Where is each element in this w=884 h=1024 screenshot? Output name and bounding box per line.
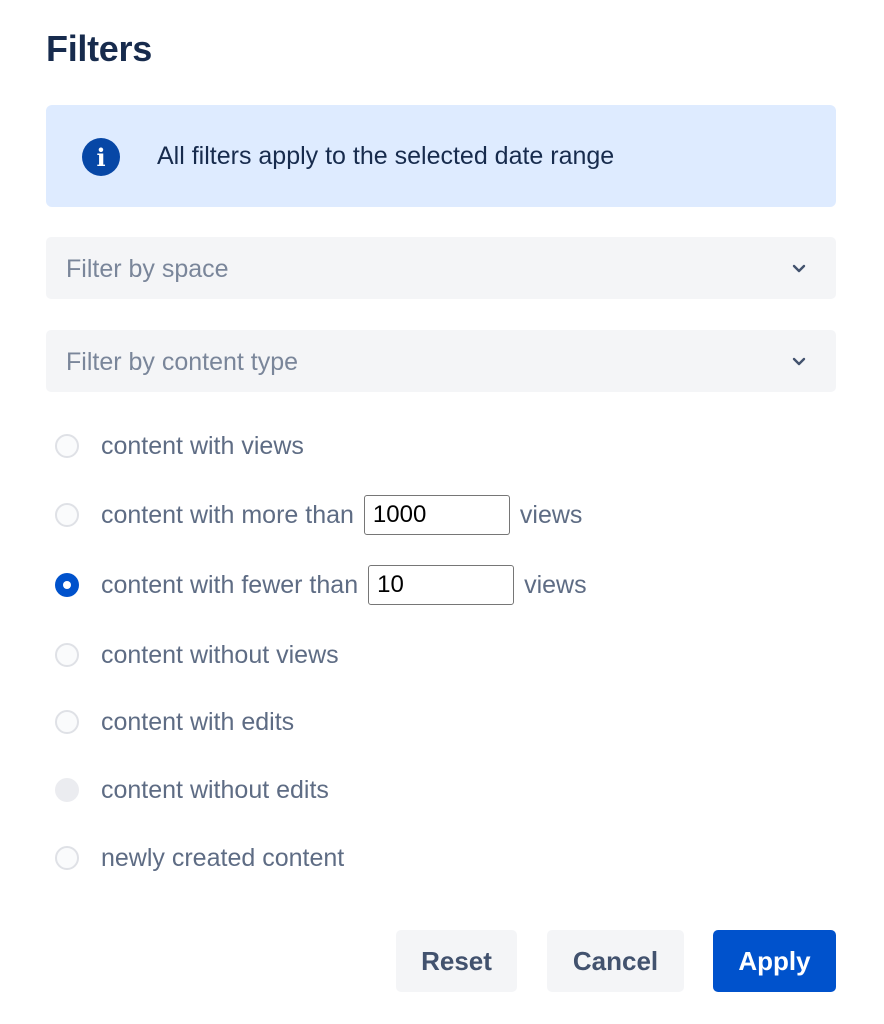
apply-button[interactable]: Apply [713,930,836,992]
reset-button[interactable]: Reset [396,930,517,992]
option-content-without-edits[interactable]: content without edits [55,770,329,810]
chevron-down-icon [792,264,806,273]
page-title: Filters [46,28,152,69]
option-label: content with views [101,431,304,460]
radio-content-without-edits[interactable] [55,778,79,802]
filter-by-content-type-placeholder: Filter by content type [66,348,299,376]
option-content-fewer-than[interactable]: content with fewer than views [55,565,587,605]
option-label: content without views [101,640,339,669]
option-label: content with fewer than [101,570,359,599]
radio-content-more-than[interactable] [55,503,79,527]
more-than-views-input[interactable] [363,495,510,535]
option-content-with-edits[interactable]: content with edits [55,702,294,742]
radio-newly-created-content[interactable] [55,846,79,870]
radio-content-with-edits[interactable] [55,710,79,734]
option-content-more-than[interactable]: content with more than views [55,495,582,535]
filter-by-content-type-select[interactable]: Filter by content type [46,330,836,392]
radio-content-without-views[interactable] [55,643,79,667]
fewer-than-views-input[interactable] [368,565,515,605]
radio-content-fewer-than[interactable] [55,573,79,597]
filters-dialog: Filters i All filters apply to the selec… [0,0,884,1024]
option-content-with-views[interactable]: content with views [55,426,304,466]
info-banner-text: All filters apply to the selected date r… [157,142,615,170]
radio-content-with-views[interactable] [55,434,79,458]
info-icon: i [82,138,120,176]
filter-by-space-placeholder: Filter by space [66,255,229,283]
option-label-suffix: views [524,570,587,599]
option-label-suffix: views [519,500,583,529]
option-label: content without edits [101,775,329,804]
option-label: newly created content [101,843,345,872]
option-label: content with edits [101,707,295,736]
option-content-without-views[interactable]: content without views [55,635,339,675]
chevron-down-icon [792,357,806,366]
option-newly-created-content[interactable]: newly created content [55,838,344,878]
filter-by-space-select[interactable]: Filter by space [46,237,836,299]
cancel-button[interactable]: Cancel [547,930,684,992]
option-label: content with more than [101,500,354,529]
